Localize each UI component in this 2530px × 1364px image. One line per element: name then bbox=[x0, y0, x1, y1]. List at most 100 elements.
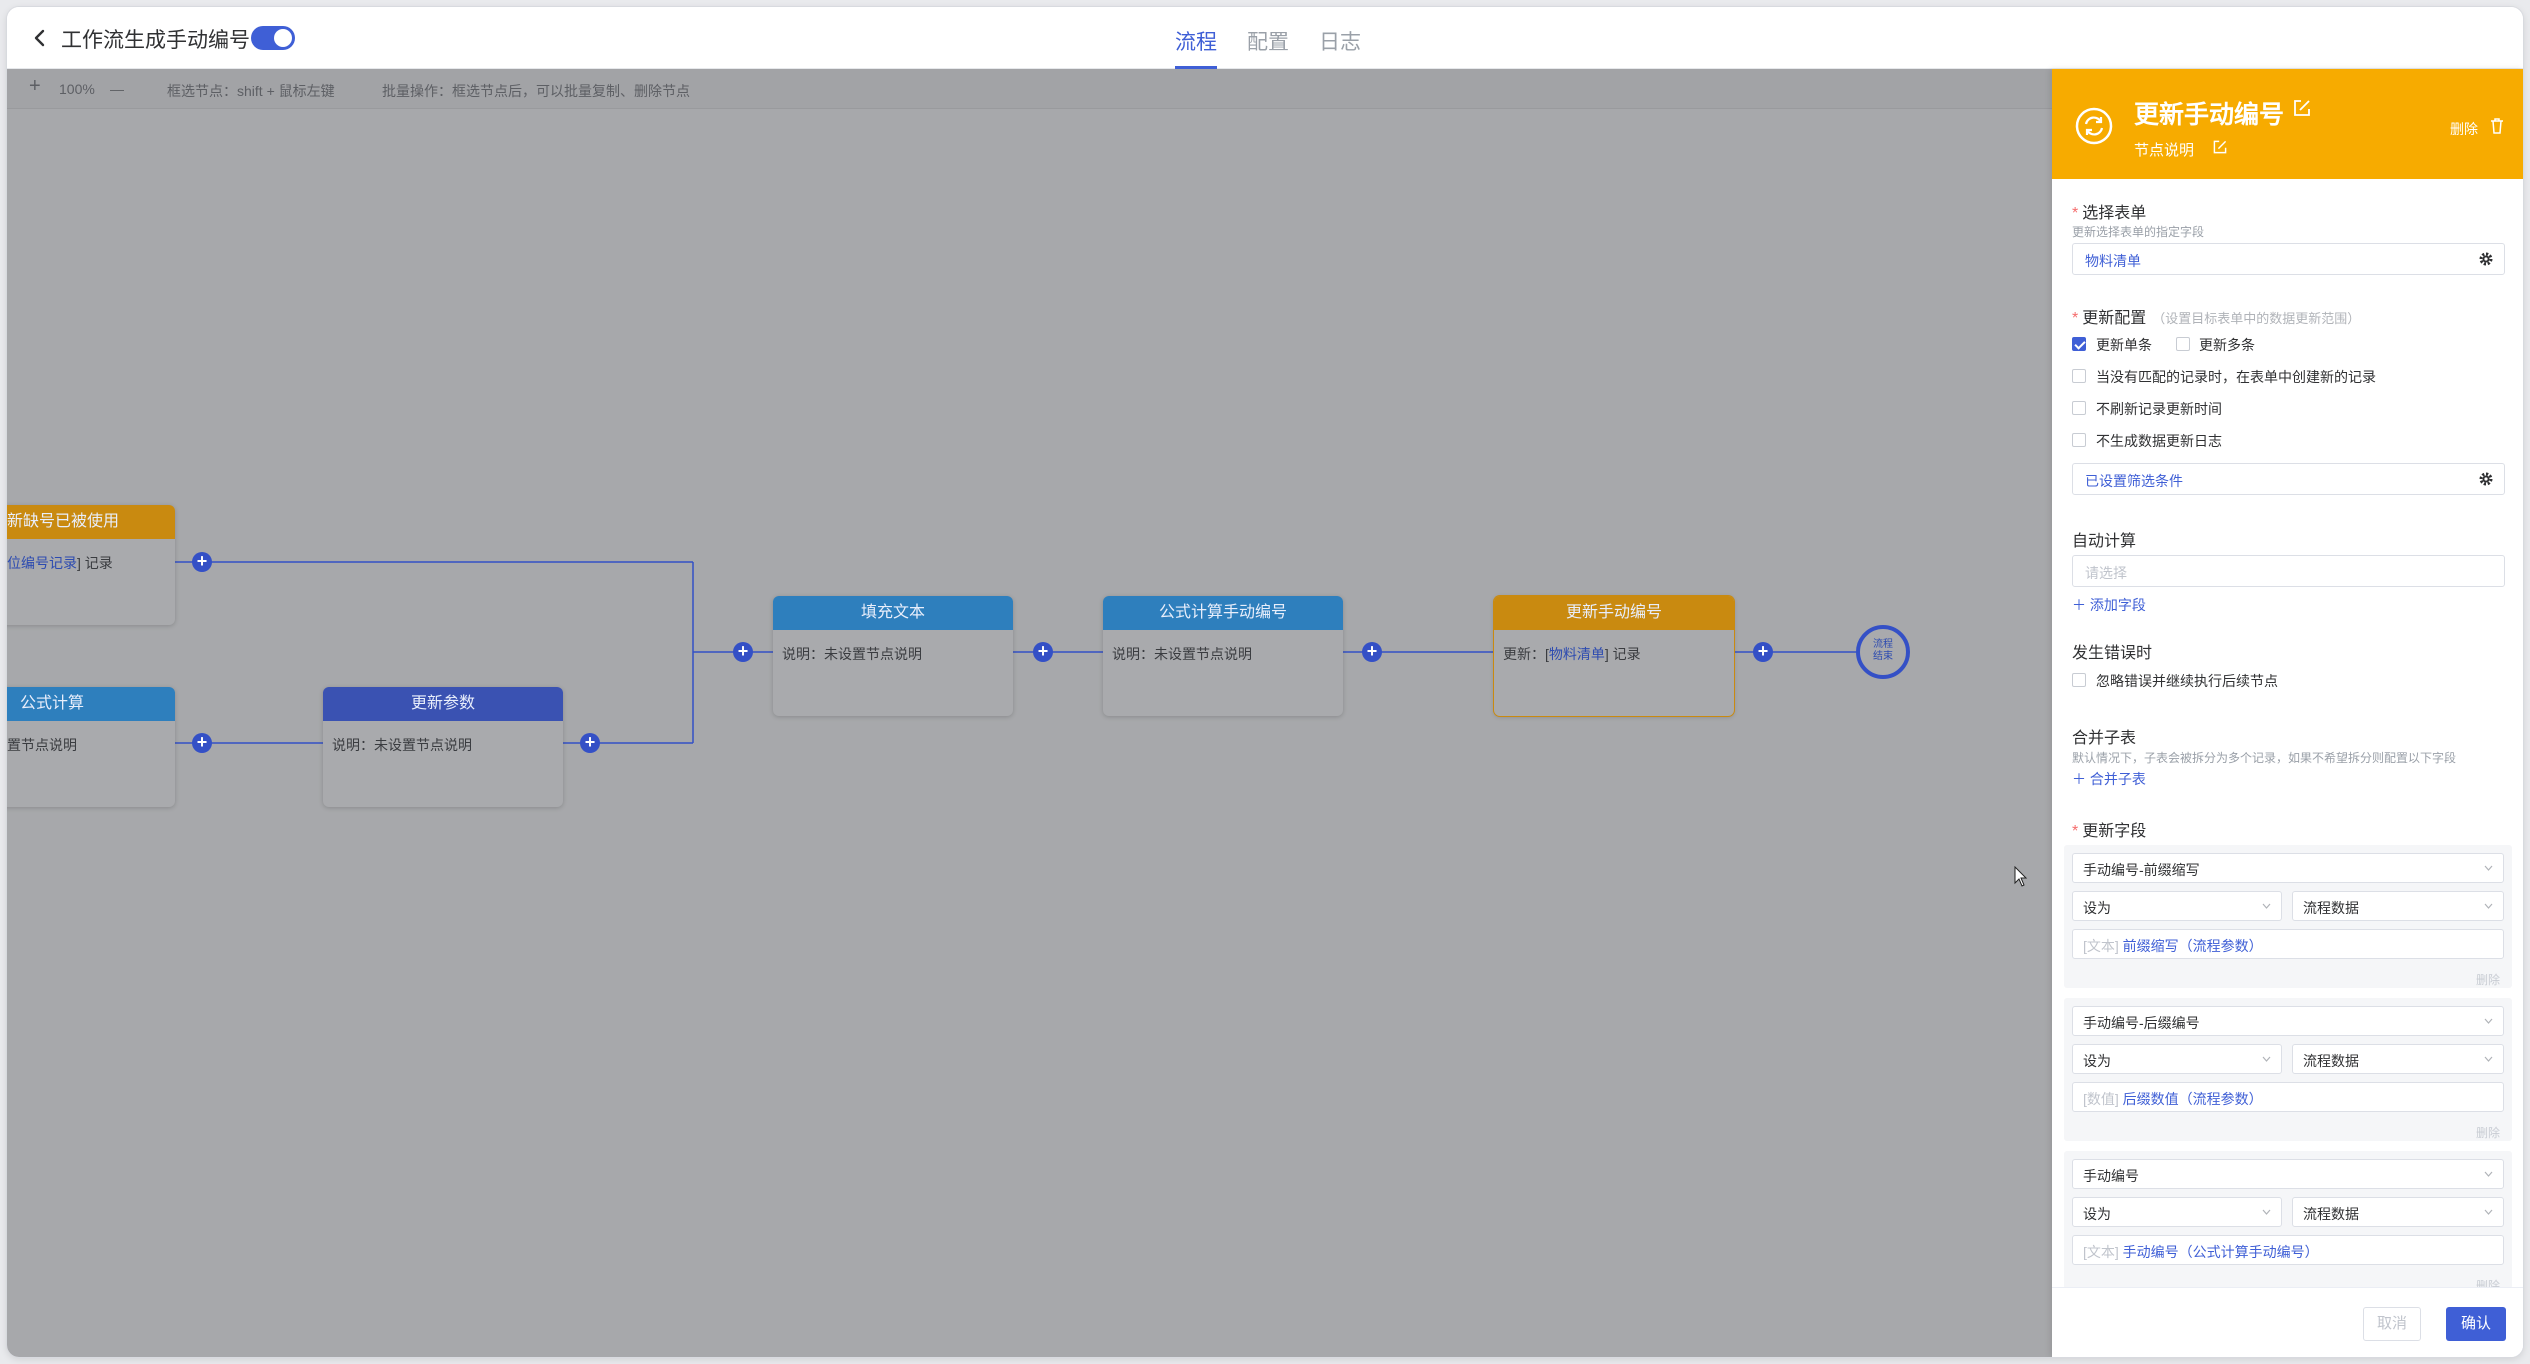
field-select[interactable]: 手动编号-后缀编号 bbox=[2072, 1006, 2504, 1036]
flow-connectors bbox=[175, 561, 1856, 744]
workflow-title: 工作流生成手动编号 bbox=[61, 29, 250, 52]
tab-config[interactable]: 配置 bbox=[1247, 7, 1289, 69]
tab-log[interactable]: 日志 bbox=[1319, 7, 1361, 69]
add-node-button[interactable]: + bbox=[192, 552, 212, 572]
node-title: 更新参数 bbox=[323, 687, 563, 721]
flow-canvas[interactable]: + 100% — 框选节点：shift + 鼠标左键 批量操作：框选节点后，可以… bbox=[7, 69, 2052, 1357]
mouse-cursor-icon bbox=[2014, 866, 2028, 887]
delete-node-button[interactable]: 删除 bbox=[2450, 119, 2478, 139]
node-desc: 位编号记录] 记录 bbox=[7, 555, 113, 571]
no-log-label: 不生成数据更新日志 bbox=[2096, 433, 2222, 449]
end-label-2: 结束 bbox=[1873, 651, 1893, 662]
chevron-down-icon bbox=[2484, 903, 2493, 909]
drawer-title: 更新手动编号 bbox=[2134, 101, 2285, 129]
value-input[interactable]: [文本] 手动编号（公式计算手动编号） bbox=[2072, 1235, 2504, 1265]
field-select[interactable]: 手动编号 bbox=[2072, 1159, 2504, 1189]
operation-select[interactable]: 设为 bbox=[2072, 891, 2282, 921]
edit-title-icon[interactable] bbox=[2292, 98, 2312, 118]
back-arrow-icon[interactable] bbox=[29, 27, 51, 49]
update-multiple-checkbox[interactable] bbox=[2176, 337, 2190, 351]
no-log-checkbox[interactable] bbox=[2072, 433, 2086, 447]
auto-calc-select[interactable]: 请选择 bbox=[2072, 555, 2505, 587]
update-multiple-label: 更新多条 bbox=[2199, 337, 2255, 353]
node-desc: 说明：未设置节点说明 bbox=[332, 737, 472, 753]
update-single-checkbox[interactable] bbox=[2072, 337, 2086, 351]
cancel-button[interactable]: 取消 bbox=[2363, 1307, 2421, 1341]
workflow-enable-toggle[interactable] bbox=[251, 26, 295, 50]
form-select-field[interactable]: 物料清单 bbox=[2072, 243, 2505, 275]
flow-node-update-number[interactable]: 更新手动编号 更新：[物料清单] 记录 bbox=[1494, 596, 1734, 716]
flow-node-formula[interactable]: 公式计算 置节点说明 bbox=[7, 687, 175, 807]
main-tabs: 流程 配置 日志 bbox=[1175, 7, 1361, 69]
node-desc: 说明：未设置节点说明 bbox=[782, 646, 922, 662]
form-section-hint: 更新选择表单的指定字段 bbox=[2072, 225, 2205, 239]
add-node-button[interactable]: + bbox=[580, 733, 600, 753]
no-refresh-time-label: 不刷新记录更新时间 bbox=[2096, 401, 2222, 417]
field-select[interactable]: 手动编号-前缀缩写 bbox=[2072, 853, 2504, 883]
operation-select[interactable]: 设为 bbox=[2072, 1044, 2282, 1074]
node-title: 填充文本 bbox=[773, 596, 1013, 630]
add-node-button[interactable]: + bbox=[1753, 642, 1773, 662]
delete-field-button[interactable]: 删除 bbox=[2476, 971, 2500, 988]
trash-icon[interactable] bbox=[2489, 117, 2505, 135]
merge-subtable-link[interactable]: ＋ 合并子表 bbox=[2072, 769, 2146, 789]
chevron-down-icon bbox=[2262, 903, 2271, 909]
drawer-subtitle: 节点说明 bbox=[2134, 142, 2195, 159]
update-single-label: 更新单条 bbox=[2096, 337, 2152, 353]
add-node-button[interactable]: + bbox=[1033, 642, 1053, 662]
edit-description-icon[interactable] bbox=[2212, 139, 2228, 155]
value-input[interactable]: [数值] 后缀数值（流程参数） bbox=[2072, 1082, 2504, 1112]
create-if-none-checkbox[interactable] bbox=[2072, 369, 2086, 383]
add-node-button[interactable]: + bbox=[1362, 642, 1382, 662]
node-desc: 说明：未设置节点说明 bbox=[1112, 646, 1252, 662]
operation-select[interactable]: 设为 bbox=[2072, 1197, 2282, 1227]
top-header: 工作流生成手动编号 流程 配置 日志 bbox=[7, 7, 2523, 69]
no-refresh-time-checkbox[interactable] bbox=[2072, 401, 2086, 415]
update-fields-label: * 更新字段 bbox=[2072, 823, 2147, 840]
app-window: 工作流生成手动编号 流程 配置 日志 + 100% — 框选节点：shift +… bbox=[7, 7, 2523, 1357]
flow-end-node[interactable]: 流程 结束 bbox=[1856, 625, 1910, 679]
drawer-body: * 选择表单 更新选择表单的指定字段 物料清单 * 更新配置 （设置目标表单中的数据更… bbox=[2052, 179, 2523, 1287]
merge-label: 合并子表 bbox=[2072, 730, 2137, 747]
source-select[interactable]: 流程数据 bbox=[2292, 1197, 2504, 1227]
form-section-label: * 选择表单 bbox=[2072, 205, 2147, 222]
filter-condition-field[interactable]: 已设置筛选条件 bbox=[2072, 463, 2505, 495]
source-select[interactable]: 流程数据 bbox=[2292, 891, 2504, 921]
chevron-down-icon bbox=[2484, 1056, 2493, 1062]
chevron-down-icon bbox=[2262, 1209, 2271, 1215]
flow-node-fill-text[interactable]: 填充文本 说明：未设置节点说明 bbox=[773, 596, 1013, 716]
value-input[interactable]: [文本] 前缀缩写（流程参数） bbox=[2072, 929, 2504, 959]
node-title: 公式计算 bbox=[7, 687, 175, 721]
delete-field-button[interactable]: 删除 bbox=[2476, 1277, 2500, 1287]
node-config-drawer: 更新手动编号 节点说明 删除 * 选择表单 更新选择表单的指定字段 物料清单 *… bbox=[2052, 69, 2523, 1357]
merge-hint: 默认情况下，子表会被拆分为多个记录，如果不希望拆分则配置以下字段 bbox=[2072, 751, 2457, 765]
chevron-down-icon bbox=[2484, 1171, 2493, 1177]
delete-field-button[interactable]: 删除 bbox=[2476, 1124, 2500, 1141]
config-section-label: * 更新配置 （设置目标表单中的数据更新范围） bbox=[2072, 310, 2361, 327]
node-title: 新缺号已被使用 bbox=[7, 505, 175, 539]
add-field-link[interactable]: ＋ 添加字段 bbox=[2072, 595, 2146, 615]
auto-calc-label: 自动计算 bbox=[2072, 533, 2137, 550]
create-if-none-label: 当没有匹配的记录时，在表单中创建新的记录 bbox=[2096, 369, 2376, 385]
flow-node-formula-number[interactable]: 公式计算手动编号 说明：未设置节点说明 bbox=[1103, 596, 1343, 716]
gear-icon[interactable] bbox=[2478, 471, 2494, 487]
drawer-header: 更新手动编号 节点说明 删除 bbox=[2052, 69, 2523, 179]
ignore-error-checkbox[interactable] bbox=[2072, 673, 2086, 687]
gear-icon[interactable] bbox=[2478, 251, 2494, 267]
source-select[interactable]: 流程数据 bbox=[2292, 1044, 2504, 1074]
ignore-error-label: 忽略错误并继续执行后续节点 bbox=[2096, 673, 2278, 689]
tab-flow[interactable]: 流程 bbox=[1175, 7, 1217, 69]
update-field-group-1: 手动编号-前缀缩写 设为 流程数据 [文本] 前缀缩写（流程参数） 删除 bbox=[2064, 845, 2512, 988]
flow-node-update-params[interactable]: 更新参数 说明：未设置节点说明 bbox=[323, 687, 563, 807]
add-node-button[interactable]: + bbox=[733, 642, 753, 662]
chevron-down-icon bbox=[2484, 1209, 2493, 1215]
chevron-down-icon bbox=[2484, 1018, 2493, 1024]
refresh-icon bbox=[2075, 107, 2113, 145]
add-node-button[interactable]: + bbox=[192, 733, 212, 753]
confirm-button[interactable]: 确认 bbox=[2446, 1307, 2506, 1341]
update-field-group-3: 手动编号 设为 流程数据 [文本] 手动编号（公式计算手动编号） 删除 bbox=[2064, 1151, 2512, 1287]
node-desc: 更新：[物料清单] 记录 bbox=[1503, 646, 1641, 662]
flow-node-mark-used[interactable]: 新缺号已被使用 位编号记录] 记录 bbox=[7, 505, 175, 625]
toggle-knob bbox=[274, 29, 292, 47]
update-field-group-2: 手动编号-后缀编号 设为 流程数据 [数值] 后缀数值（流程参数） 删除 bbox=[2064, 998, 2512, 1141]
